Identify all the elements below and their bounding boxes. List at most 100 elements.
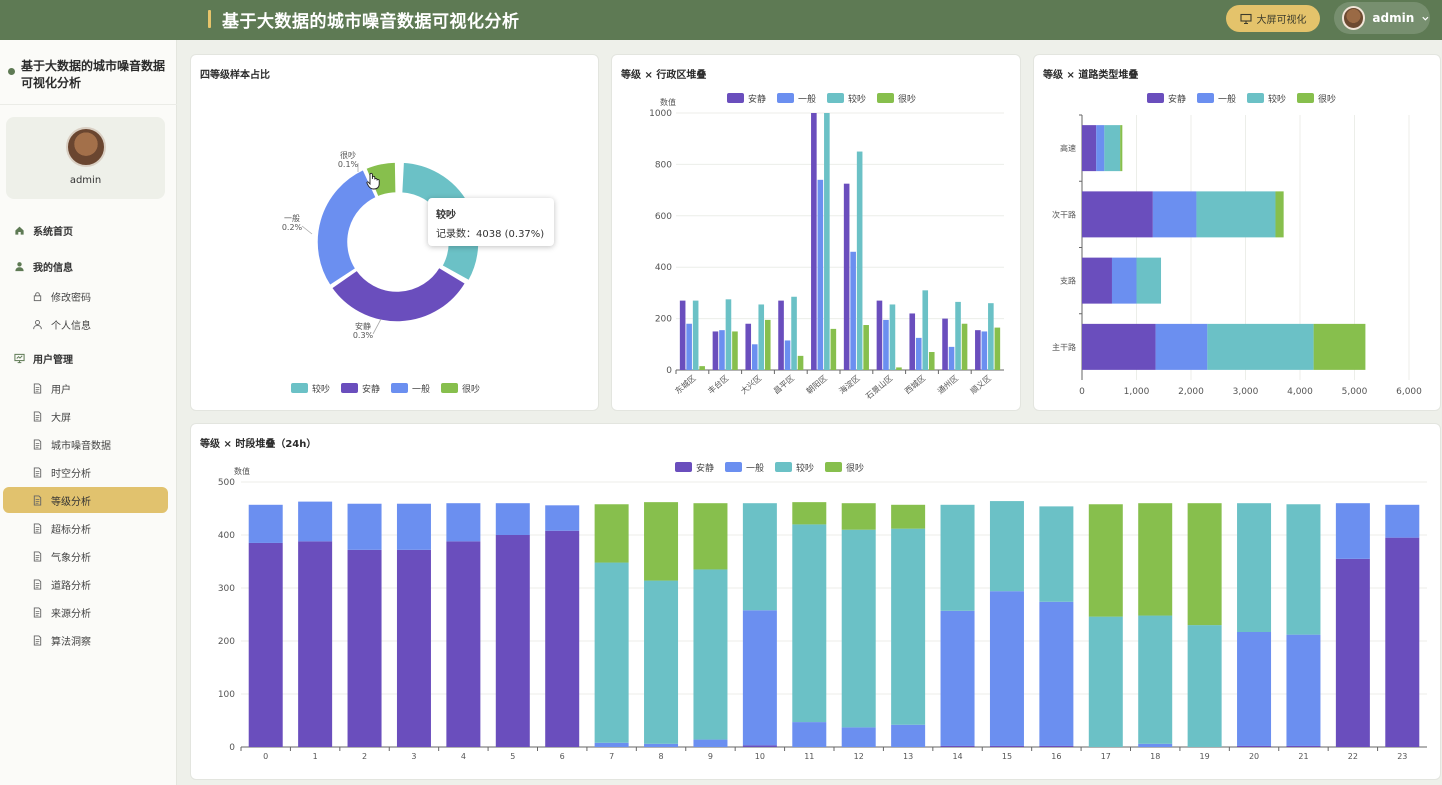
- bar-安静: [1082, 125, 1097, 172]
- x-tick-label: 西城区: [903, 374, 927, 396]
- sidebar-item-14[interactable]: 算法洞察: [0, 628, 177, 652]
- bar-很吵: [841, 503, 876, 530]
- bar-一般: [883, 319, 889, 370]
- x-tick-label: 19: [1200, 752, 1210, 761]
- bar-较吵: [1039, 506, 1074, 602]
- x-tick-label: 5,000: [1342, 387, 1368, 397]
- x-tick-label: 15: [1002, 752, 1012, 761]
- monitor-icon: [13, 352, 25, 364]
- sidebar-item-12[interactable]: 道路分析: [0, 572, 177, 596]
- bar-一般: [891, 724, 926, 747]
- page-title: 基于大数据的城市噪音数据可视化分析: [222, 12, 520, 32]
- legend-swatch: [1197, 93, 1214, 103]
- legend-label: 很吵: [846, 462, 864, 474]
- x-tick-label: 9: [708, 752, 713, 761]
- x-tick-label: 4,000: [1287, 387, 1313, 397]
- legend-swatch: [825, 462, 842, 472]
- bar-较吵: [1187, 625, 1222, 747]
- bar-安静: [940, 745, 975, 747]
- bar-一般: [841, 727, 876, 747]
- road-bar-card: 等级 × 道路类型堆叠 0 1,000 2,000 3,000 4,000 5,000 6,…: [1033, 54, 1441, 411]
- x-tick-label: 1,000: [1124, 387, 1150, 397]
- bar-一般: [1138, 743, 1173, 747]
- y-axis-label: 数值: [234, 466, 250, 476]
- y-tick-label: 0: [229, 743, 235, 753]
- road-bar-chart: 0 1,000 2,000 3,000 4,000 5,000 6,000 高速次干路支路主干…: [1052, 93, 1422, 397]
- bar-安静: [742, 745, 777, 747]
- tooltip-text: 记录数：4038 (0.37%): [436, 229, 545, 240]
- bar-很吵: [928, 352, 935, 370]
- legend-swatch: [877, 93, 894, 103]
- sidebar-item-label: 用户管理: [33, 354, 73, 366]
- bar-安静: [745, 323, 752, 370]
- bar-安静: [989, 745, 1024, 747]
- sidebar-item-5[interactable]: 用户: [0, 376, 177, 400]
- sidebar-item-4[interactable]: 用户管理: [0, 346, 177, 370]
- bar-一般: [644, 743, 679, 747]
- user-menu[interactable]: admin: [1334, 2, 1430, 34]
- bar-较吵: [988, 303, 994, 370]
- legend-label: 安静: [748, 93, 766, 105]
- x-tick-label: 1: [313, 752, 318, 761]
- bar-安静: [1237, 745, 1272, 747]
- sidebar-item-0[interactable]: 系统首页: [0, 218, 177, 242]
- sidebar-item-1[interactable]: 我的信息: [0, 254, 177, 278]
- bar-很吵: [863, 325, 869, 370]
- title-accent-bar: [208, 10, 211, 28]
- x-tick-label: 18: [1150, 752, 1160, 761]
- bar-一般: [948, 346, 955, 370]
- legend-label: 安静: [1168, 93, 1186, 105]
- sidebar-item-label: 超标分析: [51, 524, 91, 536]
- sidebar-item-13[interactable]: 来源分析: [0, 600, 177, 624]
- y-tick-label: 0: [666, 366, 672, 376]
- sidebar-item-2[interactable]: 修改密码: [0, 284, 177, 308]
- bar-一般: [719, 330, 725, 370]
- sidebar-item-label: 我的信息: [33, 262, 73, 274]
- x-tick-label: 17: [1101, 752, 1111, 761]
- legend-label: 很吵: [462, 383, 480, 395]
- chevron-down-icon: [1422, 16, 1429, 21]
- sidebar-item-label: 算法洞察: [51, 636, 91, 648]
- sidebar-item-7[interactable]: 城市噪音数据: [0, 432, 177, 456]
- legend-swatch: [341, 383, 358, 393]
- legend-label: 很吵: [898, 93, 916, 105]
- bar-很吵: [699, 366, 705, 370]
- legend-label: 安静: [696, 462, 714, 474]
- bar-一般: [298, 501, 333, 542]
- hourly-bar-card: 等级 × 时段堆叠（24h） 数值 0 100 200 300 400 500 0 1 2 3 4 5 6…: [190, 423, 1441, 780]
- screen-icon: [1239, 13, 1252, 24]
- sidebar-item-label: 时空分析: [51, 468, 91, 480]
- sidebar-item-6[interactable]: 大屏: [0, 404, 177, 428]
- bar-一般: [347, 503, 382, 550]
- bar-一般: [248, 504, 283, 543]
- bar-一般: [1152, 191, 1197, 238]
- user-card: admin: [6, 117, 165, 199]
- x-tick-label: 大兴区: [738, 373, 763, 396]
- bar-安静: [843, 183, 850, 370]
- slice-label: 很吵: [340, 150, 356, 160]
- sidebar-item-10[interactable]: 超标分析: [0, 516, 177, 540]
- bar-安静: [1039, 745, 1074, 747]
- bar-很吵: [693, 503, 728, 570]
- sidebar-item-3[interactable]: 个人信息: [0, 312, 177, 336]
- bar-安静: [1286, 745, 1321, 747]
- bar-较吵: [1136, 257, 1162, 304]
- sidebar-item-8[interactable]: 时空分析: [0, 460, 177, 484]
- bar-较吵: [856, 151, 863, 370]
- x-tick-label: 丰台区: [706, 373, 731, 396]
- bigscreen-button[interactable]: 大屏可视化: [1226, 5, 1320, 32]
- sidebar-item-9[interactable]: 等级分析: [3, 487, 168, 513]
- sidebar-item-11[interactable]: 气象分析: [0, 544, 177, 568]
- y-tick-label: 500: [218, 478, 235, 488]
- legend-swatch: [827, 93, 844, 103]
- x-tick-label: 13: [903, 752, 913, 761]
- legend-swatch: [777, 93, 794, 103]
- bar-较吵: [692, 300, 699, 370]
- bar-较吵: [1088, 616, 1123, 747]
- doc-icon: [31, 410, 43, 422]
- slice-pct-label: 0.3%: [353, 331, 374, 340]
- x-tick-label: 东城区: [673, 373, 698, 396]
- sidebar: 基于大数据的城市噪音数据可视化分析 admin 系统首页 我的信息 修改密码 个人信息…: [0, 40, 177, 785]
- sidebar-item-label: 大屏: [51, 412, 71, 424]
- x-tick-label: 14: [952, 752, 962, 761]
